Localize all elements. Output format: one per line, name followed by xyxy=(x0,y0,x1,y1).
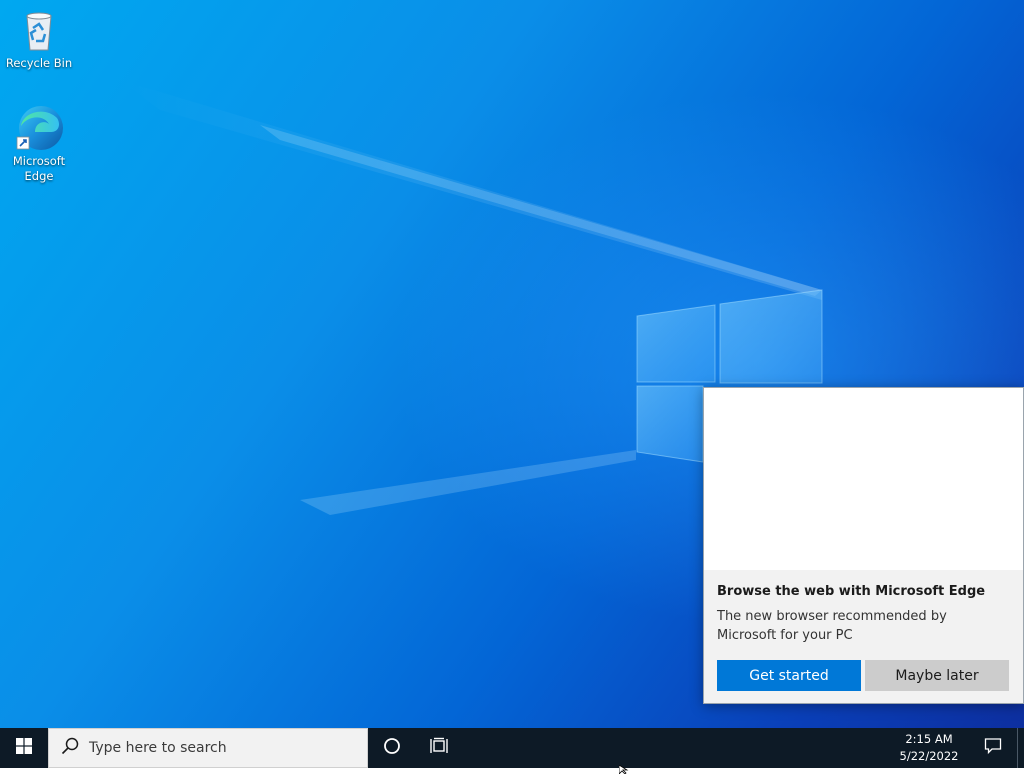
maybe-later-button[interactable]: Maybe later xyxy=(865,660,1009,691)
taskbar: Type here to search 2:15 AM 5/22/2022 xyxy=(0,728,1024,768)
clock-time: 2:15 AM xyxy=(905,732,953,746)
flyout-title: Browse the web with Microsoft Edge xyxy=(717,584,986,599)
show-desktop-button[interactable] xyxy=(1017,728,1024,768)
task-view-button[interactable] xyxy=(416,728,464,768)
recycle-bin-icon xyxy=(15,6,63,54)
action-center-icon xyxy=(984,737,1002,759)
taskbar-app-area xyxy=(464,728,889,768)
edge-icon xyxy=(15,104,63,152)
windows-logo-icon xyxy=(16,738,32,758)
start-button[interactable] xyxy=(0,728,48,768)
desktop-icon-microsoft-edge[interactable]: Microsoft Edge xyxy=(1,104,77,184)
flyout-buttons: Get started Maybe later xyxy=(717,660,1009,691)
system-clock[interactable]: 2:15 AM 5/22/2022 xyxy=(889,728,969,768)
get-started-button[interactable]: Get started xyxy=(717,660,861,691)
cortana-circle-icon xyxy=(383,737,401,759)
edge-promo-flyout: Browse the web with Microsoft Edge The n… xyxy=(703,387,1024,704)
flyout-description: The new browser recommended by Microsoft… xyxy=(717,609,947,643)
taskbar-search-box[interactable]: Type here to search xyxy=(48,728,368,768)
desktop-icon-recycle-bin[interactable]: Recycle Bin xyxy=(1,6,77,71)
mouse-cursor xyxy=(618,759,629,778)
cortana-button[interactable] xyxy=(368,728,416,768)
clock-date: 5/22/2022 xyxy=(899,749,959,763)
search-placeholder: Type here to search xyxy=(89,740,227,756)
action-center-button[interactable] xyxy=(969,728,1017,768)
desktop-icon-label: Recycle Bin xyxy=(5,56,73,70)
desktop-icon-label: Microsoft Edge xyxy=(12,154,66,183)
task-view-icon xyxy=(430,737,450,759)
flyout-hero-image xyxy=(704,388,1023,570)
search-icon xyxy=(61,737,79,759)
